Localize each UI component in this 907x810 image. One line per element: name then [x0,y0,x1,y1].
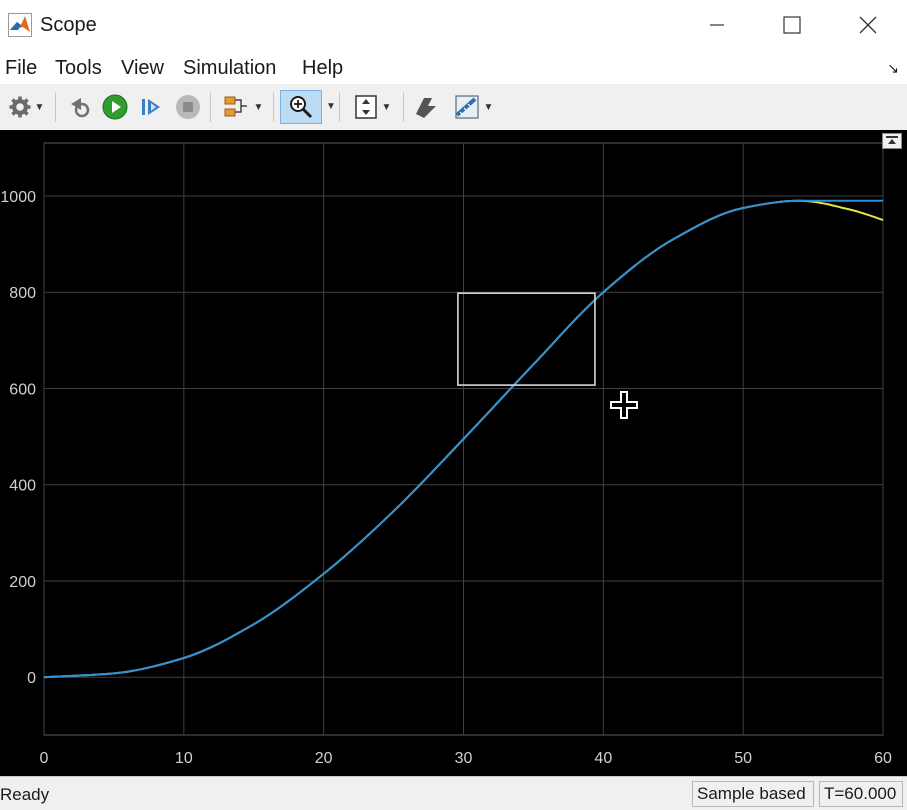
simulation-time-indicator: T=60.000 [819,781,903,807]
step-back-icon [71,98,90,118]
toolbar-separator [210,92,211,122]
sample-mode-indicator: Sample based [692,781,814,807]
zoom-dropdown-icon[interactable]: ▼ [326,101,336,112]
chevron-down-icon: ▼ [483,101,494,113]
step-forward-icon [142,99,160,115]
x-tick-label: 50 [734,750,752,767]
menu-help[interactable]: Help [302,56,343,80]
toolbar-separator [339,92,340,122]
menu-view[interactable]: View [121,56,164,80]
y-tick-label: 1000 [0,189,36,206]
undock-display-button[interactable] [882,133,902,149]
signal-select-icon [224,96,247,117]
close-icon [859,16,877,34]
measure-icon [454,95,479,119]
run-icon [102,94,128,120]
y-tick-label: 0 [27,670,36,687]
autoscale-icon [354,95,377,119]
y-tick-label: 200 [9,574,36,591]
measurements-button[interactable]: ▼ [447,90,499,124]
zoom-in-icon [290,96,313,119]
toolbar: ▼ ▼ ▼ ▼ ▼ [0,84,907,131]
crosshair-cursor-icon [610,391,638,419]
undock-icon [886,136,898,144]
x-tick-label: 40 [594,750,612,767]
chevron-down-icon: ▼ [253,101,264,113]
y-tick-label: 800 [9,285,36,302]
stop-button[interactable] [172,90,204,124]
x-tick-label: 10 [175,750,193,767]
menu-file[interactable]: File [5,56,37,80]
close-button[interactable] [833,0,903,50]
autoscale-button[interactable]: ▼ [346,90,398,124]
scope-plot[interactable]: 0 10 20 30 40 50 6002004006008001000 [0,130,907,776]
toolbar-separator [403,92,404,122]
highlight-button[interactable] [410,90,442,124]
run-button[interactable] [99,90,131,124]
highlight-icon [416,98,436,118]
signal-select-button[interactable]: ▼ [218,90,268,124]
status-text: Ready [0,785,50,804]
maximize-icon [783,16,801,34]
matlab-logo-icon [8,13,32,37]
toolbar-separator [273,92,274,122]
chevron-down-icon: ▼ [381,101,392,113]
scope-display[interactable]: 0 10 20 30 40 50 60 0 200 400 600 800 1000 [0,130,907,776]
x-tick-label: 60 [874,750,892,767]
step-back-button[interactable] [64,90,96,124]
y-tick-label: 400 [9,478,36,495]
x-tick-label: 30 [455,750,473,767]
chevron-down-icon: ▼ [34,101,45,113]
undock-arrow-icon[interactable]: ↘ [887,60,899,77]
gear-icon [9,96,31,118]
crosshair-shape [610,391,638,419]
minimize-icon [710,24,724,26]
minimize-button[interactable] [682,0,752,50]
menu-bar: File Tools View Simulation Help ↘ [0,50,907,84]
step-forward-button[interactable] [135,90,167,124]
x-tick-label: 20 [315,750,333,767]
status-bar: Ready Sample based T=60.000 [0,776,907,810]
toolbar-separator [55,92,56,122]
x-tick-label: 0 [40,750,49,767]
title-bar: Scope [0,0,907,50]
stop-icon [176,95,200,119]
window-title: Scope [40,14,97,36]
menu-tools[interactable]: Tools [55,56,102,80]
zoom-in-button[interactable] [280,90,322,124]
configuration-button[interactable]: ▼ [2,90,50,124]
y-tick-label: 600 [9,381,36,398]
menu-simulation[interactable]: Simulation [183,56,276,80]
maximize-button[interactable] [757,0,827,50]
